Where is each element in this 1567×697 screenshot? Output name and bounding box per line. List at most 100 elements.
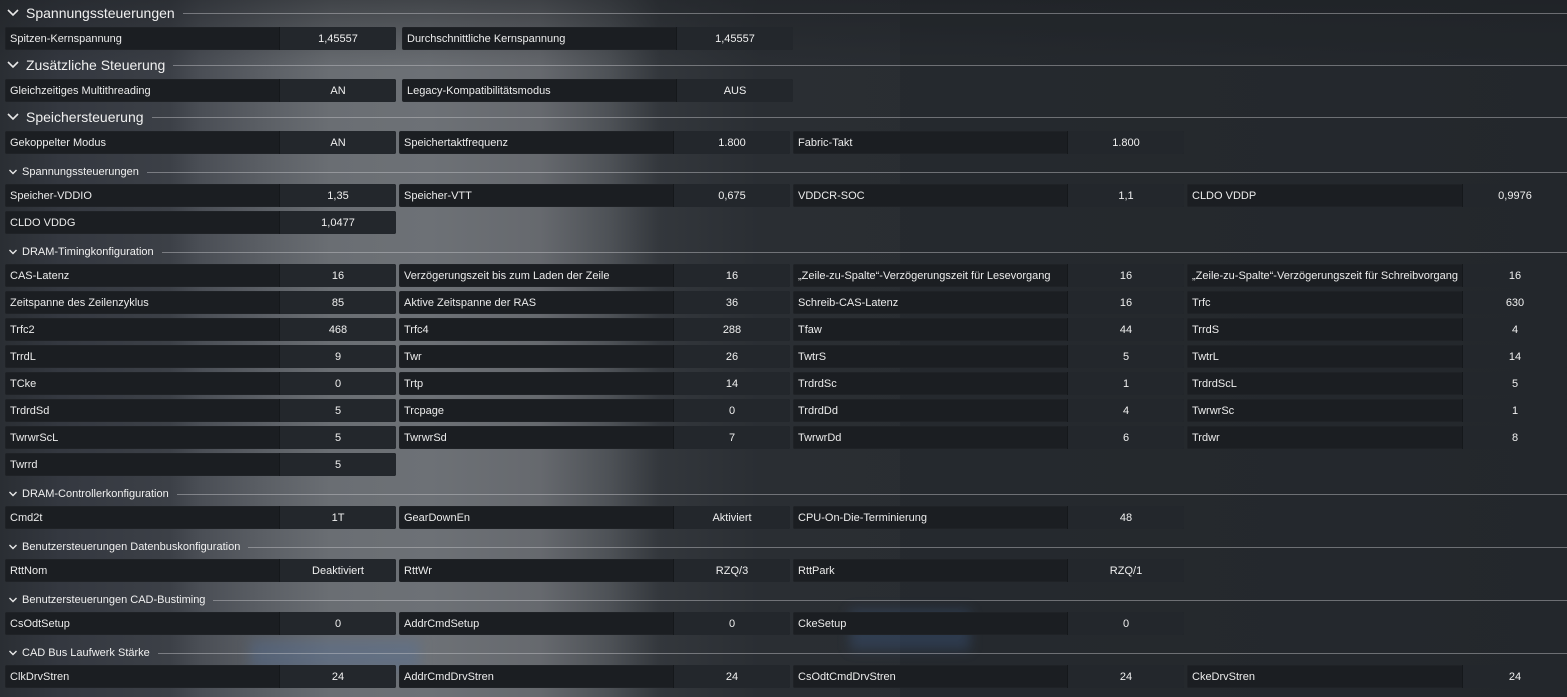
setting-value[interactable]: 0 bbox=[279, 612, 396, 635]
setting-value[interactable]: 1.800 bbox=[1067, 131, 1184, 154]
setting-value[interactable]: 468 bbox=[279, 318, 396, 341]
setting-row[interactable]: Trcpage 0 bbox=[399, 399, 790, 422]
setting-value[interactable]: 5 bbox=[1067, 345, 1184, 368]
setting-row[interactable]: Twrrd 5 bbox=[5, 453, 396, 476]
setting-row[interactable]: CsOdtCmdDrvStren 24 bbox=[793, 665, 1184, 688]
setting-row[interactable]: Durchschnittliche Kernspannung 1,45557 bbox=[402, 27, 793, 50]
setting-row[interactable]: TrdrdSc 1 bbox=[793, 372, 1184, 395]
setting-row[interactable]: Trtp 14 bbox=[399, 372, 790, 395]
setting-row[interactable]: Spitzen-Kernspannung 1,45557 bbox=[5, 27, 396, 50]
setting-row[interactable]: TwrwrDd 6 bbox=[793, 426, 1184, 449]
section-header-speichersteuerung[interactable]: Speichersteuerung bbox=[0, 106, 1567, 128]
setting-value[interactable]: 1 bbox=[1462, 399, 1567, 422]
setting-value[interactable]: 26 bbox=[673, 345, 790, 368]
setting-row[interactable]: Trfc4 288 bbox=[399, 318, 790, 341]
section-header-zusaetzliche-steuerung[interactable]: Zusätzliche Steuerung bbox=[0, 54, 1567, 76]
setting-row[interactable]: GearDownEn Aktiviert bbox=[399, 506, 790, 529]
setting-value[interactable]: 36 bbox=[673, 291, 790, 314]
setting-row[interactable]: Gleichzeitiges Multithreading AN bbox=[5, 79, 396, 102]
setting-value[interactable]: 24 bbox=[279, 665, 396, 688]
setting-row[interactable]: Trfc 630 bbox=[1187, 291, 1567, 314]
setting-value[interactable]: 1.800 bbox=[673, 131, 790, 154]
setting-value[interactable]: 14 bbox=[673, 372, 790, 395]
setting-value[interactable]: 5 bbox=[279, 399, 396, 422]
setting-row[interactable]: Aktive Zeitspanne der RAS 36 bbox=[399, 291, 790, 314]
setting-row[interactable]: „Zeile-zu-Spalte“-Verzögerungszeit für L… bbox=[793, 264, 1184, 287]
setting-row[interactable]: TrrdS 4 bbox=[1187, 318, 1567, 341]
chevron-down-icon[interactable] bbox=[8, 489, 18, 499]
setting-row[interactable]: TwtrL 14 bbox=[1187, 345, 1567, 368]
section-header-dram-timing[interactable]: DRAM-Timingkonfiguration bbox=[0, 244, 1567, 260]
setting-value[interactable]: 16 bbox=[673, 264, 790, 287]
setting-row[interactable]: VDDCR-SOC 1,1 bbox=[793, 184, 1184, 207]
section-header-cad-bustiming[interactable]: Benutzersteuerungen CAD-Bustiming bbox=[0, 592, 1567, 608]
setting-row[interactable]: Speicher-VDDIO 1,35 bbox=[5, 184, 396, 207]
setting-value[interactable]: 0,9976 bbox=[1462, 184, 1567, 207]
setting-row[interactable]: Verzögerungszeit bis zum Laden der Zeile… bbox=[399, 264, 790, 287]
setting-value[interactable]: 4 bbox=[1067, 399, 1184, 422]
setting-row[interactable]: RttPark RZQ/1 bbox=[793, 559, 1184, 582]
setting-row[interactable]: RttWr RZQ/3 bbox=[399, 559, 790, 582]
setting-row[interactable]: „Zeile-zu-Spalte“-Verzögerungszeit für S… bbox=[1187, 264, 1567, 287]
chevron-down-icon[interactable] bbox=[8, 542, 18, 552]
setting-row[interactable]: Fabric-Takt 1.800 bbox=[793, 131, 1184, 154]
setting-value[interactable]: 44 bbox=[1067, 318, 1184, 341]
setting-value[interactable]: 0 bbox=[1067, 612, 1184, 635]
setting-row[interactable]: Tfaw 44 bbox=[793, 318, 1184, 341]
setting-row[interactable]: CkeDrvStren 24 bbox=[1187, 665, 1567, 688]
setting-row[interactable]: Zeitspanne des Zeilenzyklus 85 bbox=[5, 291, 396, 314]
setting-value[interactable]: 24 bbox=[1067, 665, 1184, 688]
setting-row[interactable]: Speicher-VTT 0,675 bbox=[399, 184, 790, 207]
setting-row[interactable]: CkeSetup 0 bbox=[793, 612, 1184, 635]
setting-value[interactable]: 16 bbox=[279, 264, 396, 287]
setting-value[interactable]: 24 bbox=[1462, 665, 1567, 688]
setting-value[interactable]: AN bbox=[279, 79, 396, 102]
setting-value[interactable]: AUS bbox=[676, 79, 793, 102]
setting-value[interactable]: Aktiviert bbox=[673, 506, 790, 529]
setting-row[interactable]: AddrCmdDrvStren 24 bbox=[399, 665, 790, 688]
setting-value[interactable]: 4 bbox=[1462, 318, 1567, 341]
setting-value[interactable]: AN bbox=[279, 131, 396, 154]
chevron-down-icon[interactable] bbox=[8, 247, 18, 257]
section-header-spannungssteuerungen[interactable]: Spannungssteuerungen bbox=[0, 2, 1567, 24]
setting-row[interactable]: TwrwrSd 7 bbox=[399, 426, 790, 449]
setting-row[interactable]: Twr 26 bbox=[399, 345, 790, 368]
setting-value[interactable]: 1,35 bbox=[279, 184, 396, 207]
setting-value[interactable]: 0 bbox=[279, 372, 396, 395]
setting-row[interactable]: ClkDrvStren 24 bbox=[5, 665, 396, 688]
section-header-datenbus[interactable]: Benutzersteuerungen Datenbuskonfiguratio… bbox=[0, 539, 1567, 555]
setting-value[interactable]: 1,45557 bbox=[279, 27, 396, 50]
setting-row[interactable]: CLDO VDDG 1,0477 bbox=[5, 211, 396, 234]
section-header-dram-controller[interactable]: DRAM-Controllerkonfiguration bbox=[0, 486, 1567, 502]
setting-value[interactable]: 24 bbox=[673, 665, 790, 688]
setting-row[interactable]: Legacy-Kompatibilitätsmodus AUS bbox=[402, 79, 793, 102]
chevron-down-icon[interactable] bbox=[6, 6, 20, 20]
setting-row[interactable]: TwrwrSc 1 bbox=[1187, 399, 1567, 422]
setting-value[interactable]: 85 bbox=[279, 291, 396, 314]
setting-row[interactable]: RttNom Deaktiviert bbox=[5, 559, 396, 582]
chevron-down-icon[interactable] bbox=[8, 648, 18, 658]
setting-row[interactable]: TwtrS 5 bbox=[793, 345, 1184, 368]
setting-row[interactable]: AddrCmdSetup 0 bbox=[399, 612, 790, 635]
setting-value[interactable]: 1,1 bbox=[1067, 184, 1184, 207]
setting-value[interactable]: 16 bbox=[1462, 264, 1567, 287]
setting-row[interactable]: TrrdL 9 bbox=[5, 345, 396, 368]
setting-row[interactable]: TrdrdDd 4 bbox=[793, 399, 1184, 422]
setting-value[interactable]: 5 bbox=[279, 426, 396, 449]
setting-value[interactable]: 630 bbox=[1462, 291, 1567, 314]
setting-row[interactable]: Speichertaktfrequenz 1.800 bbox=[399, 131, 790, 154]
chevron-down-icon[interactable] bbox=[8, 595, 18, 605]
setting-value[interactable]: 0 bbox=[673, 612, 790, 635]
setting-value[interactable]: 14 bbox=[1462, 345, 1567, 368]
setting-value[interactable]: 1,0477 bbox=[279, 211, 396, 234]
setting-value[interactable]: Deaktiviert bbox=[279, 559, 396, 582]
setting-value[interactable]: 0,675 bbox=[673, 184, 790, 207]
setting-value[interactable]: 1T bbox=[279, 506, 396, 529]
setting-row[interactable]: TCke 0 bbox=[5, 372, 396, 395]
setting-row[interactable]: Gekoppelter Modus AN bbox=[5, 131, 396, 154]
setting-row[interactable]: Schreib-CAS-Latenz 16 bbox=[793, 291, 1184, 314]
setting-value[interactable]: 8 bbox=[1462, 426, 1567, 449]
chevron-down-icon[interactable] bbox=[6, 110, 20, 124]
setting-row[interactable]: TrdrdSd 5 bbox=[5, 399, 396, 422]
section-header-cad-laufwerk[interactable]: CAD Bus Laufwerk Stärke bbox=[0, 645, 1567, 661]
